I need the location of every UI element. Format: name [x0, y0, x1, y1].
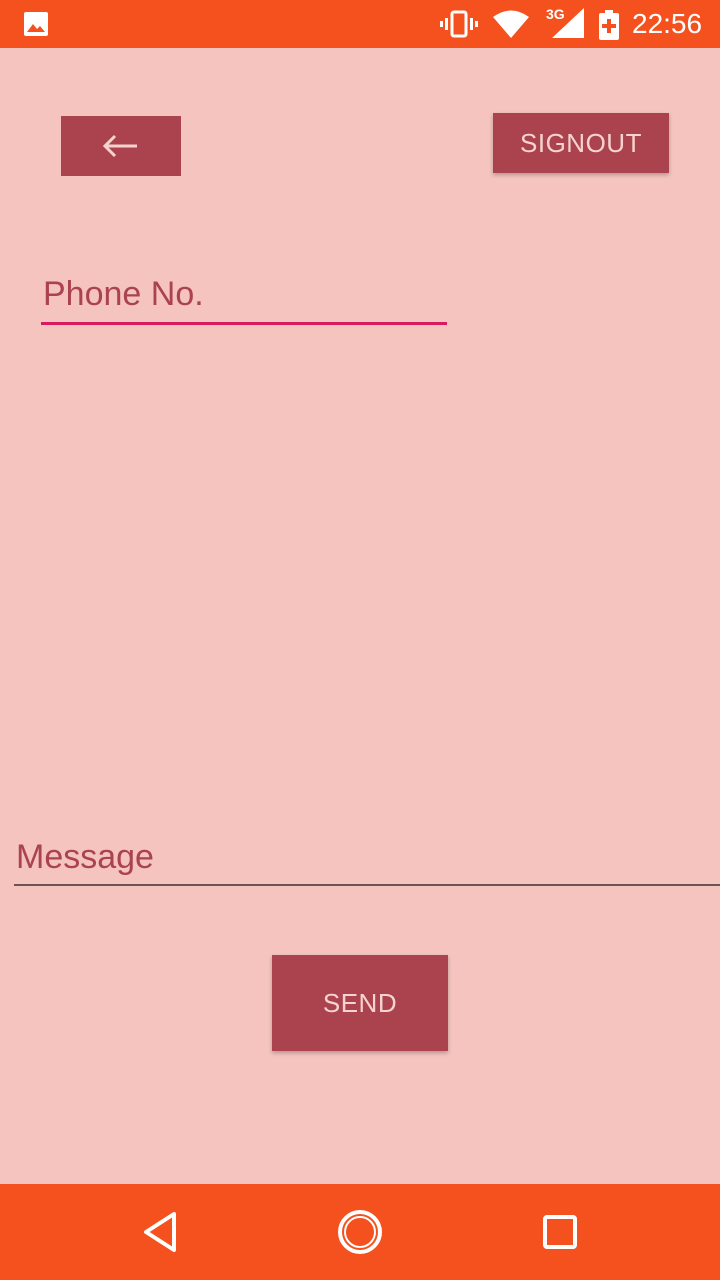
phone-input[interactable]	[41, 266, 447, 325]
message-field	[14, 830, 720, 888]
status-bar: 3G 22:56	[0, 0, 720, 48]
nav-back-icon[interactable]	[136, 1208, 184, 1256]
cell-signal-icon	[552, 8, 584, 38]
message-input[interactable]	[14, 830, 720, 886]
back-button[interactable]	[61, 116, 181, 176]
nav-recent-icon[interactable]	[536, 1208, 584, 1256]
wifi-icon	[493, 10, 529, 38]
arrow-left-icon	[102, 134, 137, 158]
status-time: 22:56	[632, 8, 703, 39]
signout-label: SIGNOUT	[520, 127, 642, 158]
battery-charging-icon	[599, 10, 619, 40]
signout-button[interactable]: SIGNOUT	[493, 113, 669, 173]
nav-home-icon[interactable]	[336, 1208, 384, 1256]
send-label: SEND	[322, 987, 398, 1018]
phone-field	[41, 266, 447, 326]
vibrate-icon	[440, 10, 478, 38]
navigation-bar	[0, 1184, 720, 1280]
gallery-icon	[24, 12, 48, 36]
send-button[interactable]: SEND	[272, 955, 448, 1051]
